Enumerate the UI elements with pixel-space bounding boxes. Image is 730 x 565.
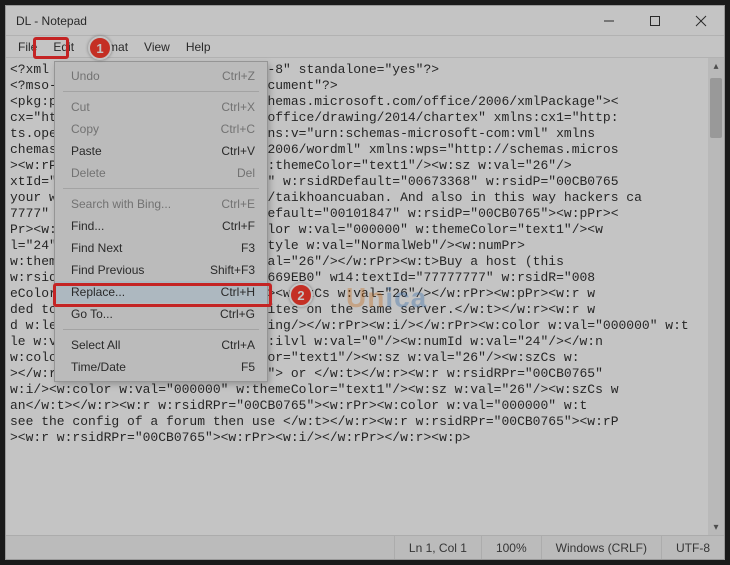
menu-item-copy: CopyCtrl+C	[55, 118, 267, 140]
annotation-badge-2: 2	[289, 283, 313, 307]
window-title: DL - Notepad	[16, 14, 87, 28]
menu-item-accelerator: Del	[237, 166, 255, 180]
status-encoding: UTF-8	[661, 536, 724, 559]
menu-item-select-all[interactable]: Select AllCtrl+A	[55, 334, 267, 356]
editor-line: an</w:t></w:r><w:r w:rsidRPr="00CB0765">…	[10, 398, 718, 414]
menu-item-label: Search with Bing...	[71, 197, 221, 211]
menu-separator	[63, 329, 259, 330]
minimize-icon	[603, 15, 615, 27]
menu-item-label: Replace...	[71, 285, 221, 299]
menu-item-accelerator: Ctrl+G	[220, 307, 255, 321]
menu-help[interactable]: Help	[178, 38, 219, 56]
menu-item-label: Find Previous	[71, 263, 210, 277]
menu-item-accelerator: Shift+F3	[210, 263, 255, 277]
menu-item-accelerator: Ctrl+F	[222, 219, 255, 233]
edit-dropdown: UndoCtrl+ZCutCtrl+XCopyCtrl+CPasteCtrl+V…	[54, 61, 268, 382]
menu-item-go-to[interactable]: Go To...Ctrl+G	[55, 303, 267, 325]
menu-item-label: Paste	[71, 144, 221, 158]
close-button[interactable]	[678, 6, 724, 36]
menu-item-label: Cut	[71, 100, 221, 114]
menu-item-accelerator: Ctrl+V	[221, 144, 255, 158]
scrollbar-thumb[interactable]	[710, 78, 722, 138]
menu-item-find[interactable]: Find...Ctrl+F	[55, 215, 267, 237]
status-zoom: 100%	[481, 536, 541, 559]
maximize-button[interactable]	[632, 6, 678, 36]
menu-item-replace[interactable]: Replace...Ctrl+H	[55, 281, 267, 303]
vertical-scrollbar[interactable]: ▴ ▾	[708, 58, 724, 535]
menu-item-undo: UndoCtrl+Z	[55, 65, 267, 87]
menu-item-accelerator: F3	[241, 241, 255, 255]
menu-item-label: Find...	[71, 219, 222, 233]
menu-item-accelerator: Ctrl+Z	[222, 69, 255, 83]
menu-view[interactable]: View	[136, 38, 178, 56]
menu-item-search-with-bing: Search with Bing...Ctrl+E	[55, 193, 267, 215]
menu-item-time-date[interactable]: Time/DateF5	[55, 356, 267, 378]
menu-item-label: Select All	[71, 338, 221, 352]
maximize-icon	[649, 15, 661, 27]
menu-item-label: Go To...	[71, 307, 220, 321]
menu-file[interactable]: File	[10, 38, 45, 56]
menu-item-accelerator: Ctrl+A	[221, 338, 255, 352]
menu-item-accelerator: F5	[241, 360, 255, 374]
menu-edit[interactable]: Edit	[45, 38, 82, 56]
editor-line: w:i/><w:color w:val="000000" w:themeColo…	[10, 382, 718, 398]
status-bar: Ln 1, Col 1 100% Windows (CRLF) UTF-8	[6, 535, 724, 559]
menu-item-accelerator: Ctrl+X	[221, 100, 255, 114]
annotation-badge-1: 1	[88, 36, 112, 60]
menu-item-label: Undo	[71, 69, 222, 83]
menu-item-label: Time/Date	[71, 360, 241, 374]
editor-line: ><w:r w:rsidRPr="00CB0765"><w:rPr><w:i/>…	[10, 430, 718, 446]
title-bar: DL - Notepad	[6, 6, 724, 36]
menu-item-label: Copy	[71, 122, 221, 136]
menu-item-paste[interactable]: PasteCtrl+V	[55, 140, 267, 162]
menu-bar: File Edit Format View Help	[6, 36, 724, 58]
editor-line: see the config of a forum then use </w:t…	[10, 414, 718, 430]
menu-separator	[63, 188, 259, 189]
menu-item-accelerator: Ctrl+H	[221, 285, 255, 299]
menu-item-accelerator: Ctrl+C	[221, 122, 255, 136]
status-position: Ln 1, Col 1	[394, 536, 481, 559]
status-eol: Windows (CRLF)	[541, 536, 661, 559]
menu-item-cut: CutCtrl+X	[55, 96, 267, 118]
menu-item-accelerator: Ctrl+E	[221, 197, 255, 211]
scroll-down-icon[interactable]: ▾	[708, 519, 724, 535]
menu-item-label: Delete	[71, 166, 237, 180]
menu-item-find-next[interactable]: Find NextF3	[55, 237, 267, 259]
minimize-button[interactable]	[586, 6, 632, 36]
menu-item-delete: DeleteDel	[55, 162, 267, 184]
menu-item-label: Find Next	[71, 241, 241, 255]
menu-separator	[63, 91, 259, 92]
close-icon	[695, 15, 707, 27]
menu-item-find-previous[interactable]: Find PreviousShift+F3	[55, 259, 267, 281]
scroll-up-icon[interactable]: ▴	[708, 58, 724, 74]
